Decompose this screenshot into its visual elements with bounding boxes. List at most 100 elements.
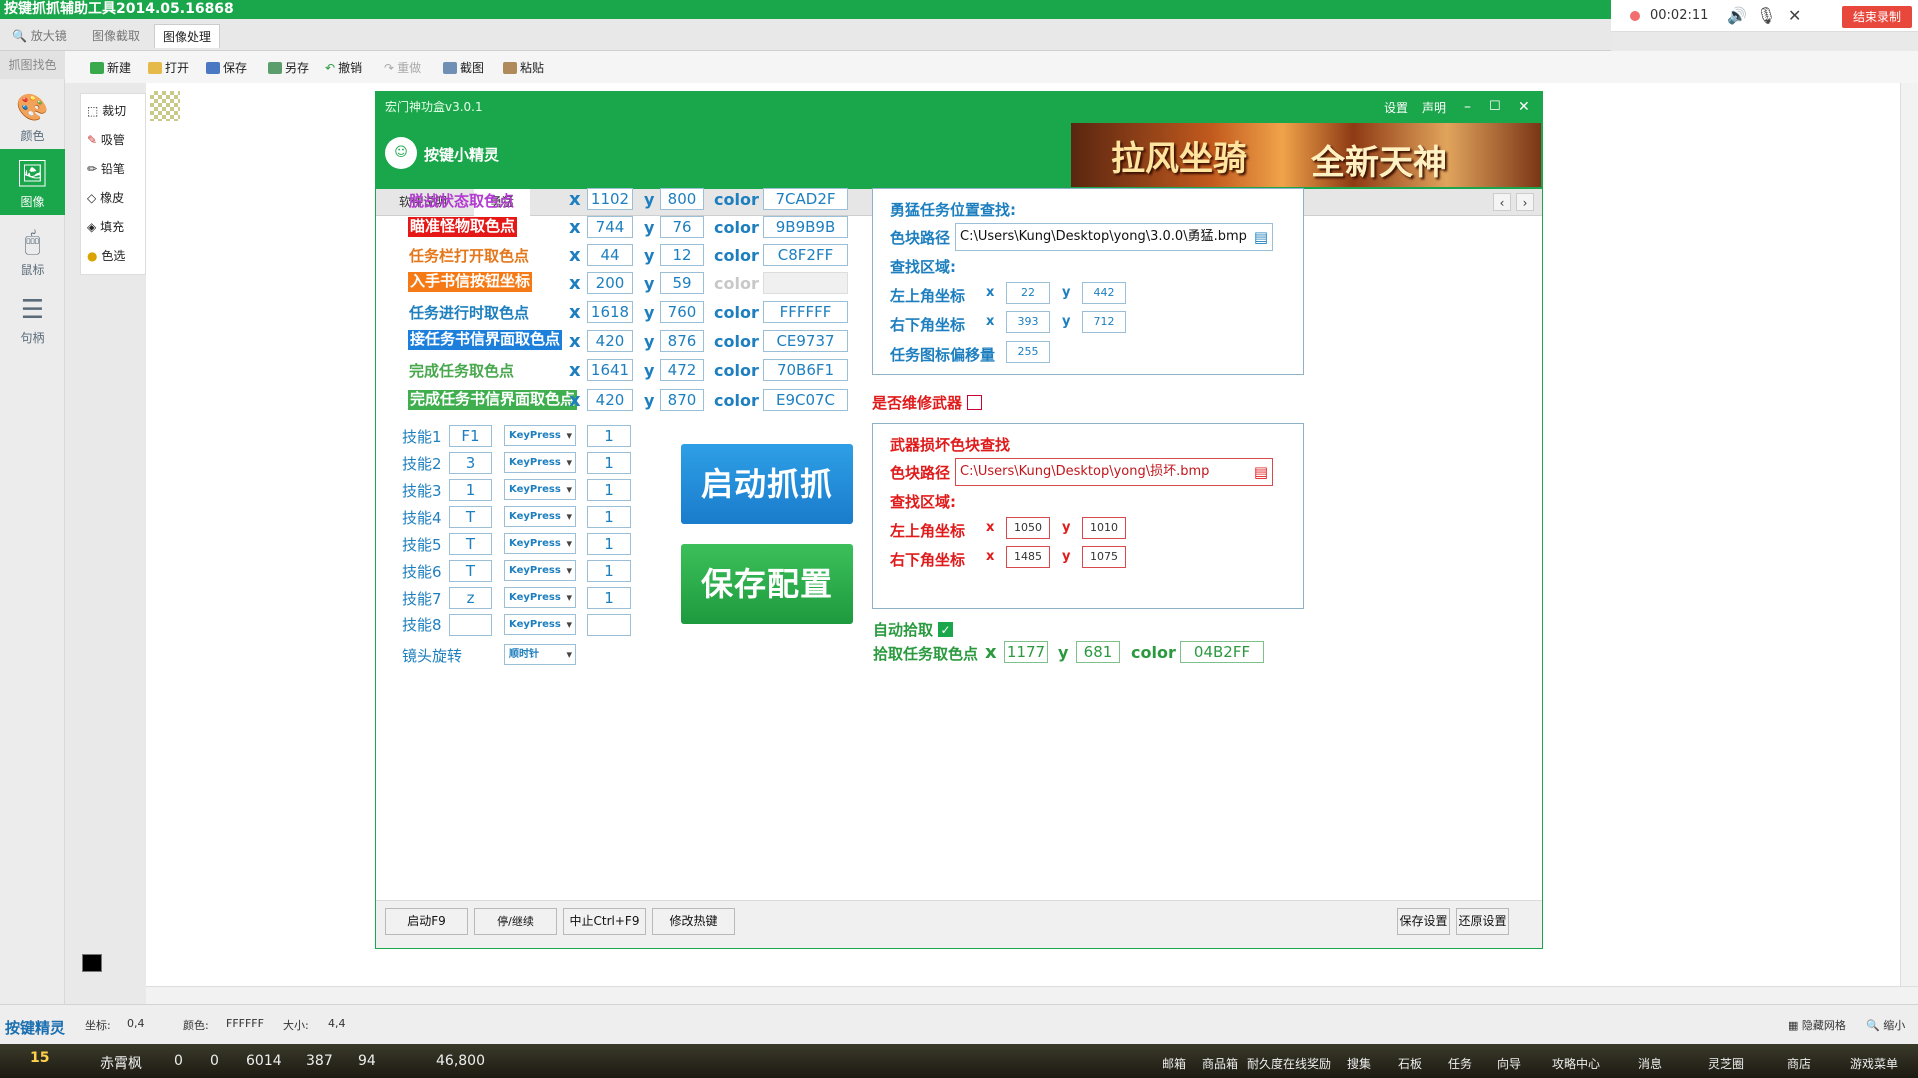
x-field[interactable]: 1102 xyxy=(587,188,633,210)
color-field[interactable]: E9C07C xyxy=(763,389,848,411)
pick-color-field[interactable]: 04B2FF xyxy=(1180,641,1264,663)
weapon-br-y-field[interactable]: 1075 xyxy=(1082,546,1126,568)
menu-task[interactable]: 任务 xyxy=(1448,1055,1472,1072)
open-button[interactable]: 打开 xyxy=(148,59,189,76)
repair-weapon-checkbox[interactable] xyxy=(967,395,982,410)
y-field[interactable]: 76 xyxy=(660,216,704,238)
color-field[interactable]: CE9737 xyxy=(763,330,848,352)
skill-count-field[interactable]: 1 xyxy=(587,506,631,528)
tab-prev-icon[interactable]: ‹ xyxy=(1493,193,1511,211)
menu-item-box[interactable]: 商品箱 xyxy=(1202,1055,1238,1072)
menu-mail[interactable]: 邮箱 xyxy=(1162,1055,1186,1072)
menu-message[interactable]: 消息 xyxy=(1638,1055,1662,1072)
menu-slate[interactable]: 石板 xyxy=(1398,1055,1422,1072)
screenshot-button[interactable]: 截图 xyxy=(443,59,484,76)
weapon-br-x-field[interactable]: 1485 xyxy=(1006,546,1050,568)
start-f9-button[interactable]: 启动F9 xyxy=(385,908,468,935)
menu-guide[interactable]: 向导 xyxy=(1497,1055,1521,1072)
skill-key-field[interactable]: 1 xyxy=(449,479,492,501)
skill-mode-select[interactable]: KeyPress xyxy=(504,614,576,635)
tool-fill[interactable]: ◈ 填充 xyxy=(87,218,124,235)
menu-durability[interactable]: 耐久度在线奖励 xyxy=(1247,1055,1331,1072)
speaker-icon[interactable]: 🔊 xyxy=(1727,6,1747,25)
pick-x-field[interactable]: 1177 xyxy=(1004,641,1048,663)
weapon-tl-x-field[interactable]: 1050 xyxy=(1006,517,1050,539)
minimize-icon[interactable]: – xyxy=(1464,99,1471,115)
skill-count-field[interactable]: 1 xyxy=(587,587,631,609)
color-field[interactable]: 70B6F1 xyxy=(763,359,848,381)
tool-color-select[interactable]: ● 色选 xyxy=(87,247,125,264)
grab-color-label[interactable]: 抓图找色 xyxy=(0,51,65,79)
new-button[interactable]: 新建 xyxy=(90,59,131,76)
horizontal-scrollbar[interactable] xyxy=(146,986,1918,1004)
camera-rotate-select[interactable]: 顺时针 xyxy=(504,644,576,665)
task-path-field[interactable]: C:\Users\Kung\Desktop\yong\3.0.0\勇猛.bmp … xyxy=(955,223,1273,251)
save-settings-button[interactable]: 保存设置 xyxy=(1397,908,1450,935)
y-field[interactable]: 870 xyxy=(660,389,704,411)
skill-mode-select[interactable]: KeyPress xyxy=(504,533,576,554)
undo-button[interactable]: ↶ 撤销 xyxy=(325,59,362,76)
weapon-tl-y-field[interactable]: 1010 xyxy=(1082,517,1126,539)
save-as-button[interactable]: 另存 xyxy=(268,59,309,76)
close-icon[interactable]: ✕ xyxy=(1518,99,1530,115)
x-field[interactable]: 420 xyxy=(587,389,633,411)
color-field[interactable]: 9B9B9B xyxy=(763,216,848,238)
modify-hotkey-button[interactable]: 修改热键 xyxy=(652,908,735,935)
y-field[interactable]: 760 xyxy=(660,301,704,323)
skill-key-field[interactable]: T xyxy=(449,560,492,582)
color-field[interactable]: FFFFFF xyxy=(763,301,848,323)
x-field[interactable]: 1618 xyxy=(587,301,633,323)
task-tl-x-field[interactable]: 22 xyxy=(1006,282,1050,304)
tab-image-capture[interactable]: 图像截取 xyxy=(84,24,148,48)
sidebar-item-mouse[interactable]: 🖱 鼠标 xyxy=(0,217,65,283)
tool-eraser[interactable]: ◇ 橡皮 xyxy=(87,189,124,206)
file-red-icon[interactable]: ▤ xyxy=(1254,459,1268,485)
restore-settings-button[interactable]: 还原设置 xyxy=(1456,908,1509,935)
tab-image-process[interactable]: 图像处理 xyxy=(154,24,221,48)
start-grab-button[interactable]: 启动抓抓 xyxy=(681,444,853,524)
skill-count-field[interactable]: 1 xyxy=(587,479,631,501)
close-icon[interactable]: ✕ xyxy=(1788,6,1801,25)
weapon-path-field[interactable]: C:\Users\Kung\Desktop\yong\损坏.bmp ▤ xyxy=(955,458,1273,486)
y-field[interactable]: 800 xyxy=(660,188,704,210)
paste-button[interactable]: 粘贴 xyxy=(503,59,544,76)
current-color-swatch[interactable] xyxy=(82,954,102,972)
skill-mode-select[interactable]: KeyPress xyxy=(504,452,576,473)
skill-count-field[interactable]: 1 xyxy=(587,560,631,582)
skill-key-field[interactable]: T xyxy=(449,533,492,555)
hide-grid-button[interactable]: ▦ 隐藏网格 xyxy=(1788,1017,1846,1033)
color-field[interactable]: C8F2FF xyxy=(763,244,848,266)
skill-count-field[interactable] xyxy=(587,614,631,636)
pick-y-field[interactable]: 681 xyxy=(1076,641,1120,663)
tool-pencil[interactable]: ✏ 铅笔 xyxy=(87,160,125,177)
skill-key-field[interactable]: z xyxy=(449,587,492,609)
task-tl-y-field[interactable]: 442 xyxy=(1082,282,1126,304)
y-field[interactable]: 12 xyxy=(660,244,704,266)
menu-lingzhi[interactable]: 灵芝圈 xyxy=(1708,1055,1744,1072)
save-config-button[interactable]: 保存配置 xyxy=(681,544,853,624)
skill-count-field[interactable]: 1 xyxy=(587,452,631,474)
y-field[interactable]: 876 xyxy=(660,330,704,352)
tab-next-icon[interactable]: › xyxy=(1516,193,1534,211)
save-button[interactable]: 保存 xyxy=(206,59,247,76)
menu-collect[interactable]: 搜集 xyxy=(1347,1055,1371,1072)
vertical-scrollbar[interactable] xyxy=(1900,83,1918,986)
banner-ad[interactable]: 拉风坐骑 全新天神 xyxy=(1071,123,1541,187)
x-field[interactable]: 744 xyxy=(587,216,633,238)
redo-button[interactable]: ↷ 重做 xyxy=(384,59,421,76)
skill-count-field[interactable]: 1 xyxy=(587,425,631,447)
menu-statement[interactable]: 声明 xyxy=(1422,99,1446,116)
menu-game[interactable]: 游戏菜单 xyxy=(1850,1055,1898,1072)
skill-key-field[interactable]: T xyxy=(449,506,492,528)
skill-mode-select[interactable]: KeyPress xyxy=(504,479,576,500)
task-br-y-field[interactable]: 712 xyxy=(1082,311,1126,333)
tool-eyedropper[interactable]: ✎ 吸管 xyxy=(87,131,125,148)
pause-button[interactable]: 停/继续Pause/Brea xyxy=(474,908,557,935)
x-field[interactable]: 200 xyxy=(587,272,633,294)
maximize-icon[interactable]: ☐ xyxy=(1489,99,1501,114)
menu-shop[interactable]: 商店 xyxy=(1787,1055,1811,1072)
skill-mode-select[interactable]: KeyPress xyxy=(504,425,576,446)
auto-pick-checkbox[interactable]: ✓ xyxy=(938,622,953,637)
task-br-x-field[interactable]: 393 xyxy=(1006,311,1050,333)
skill-mode-select[interactable]: KeyPress xyxy=(504,587,576,608)
